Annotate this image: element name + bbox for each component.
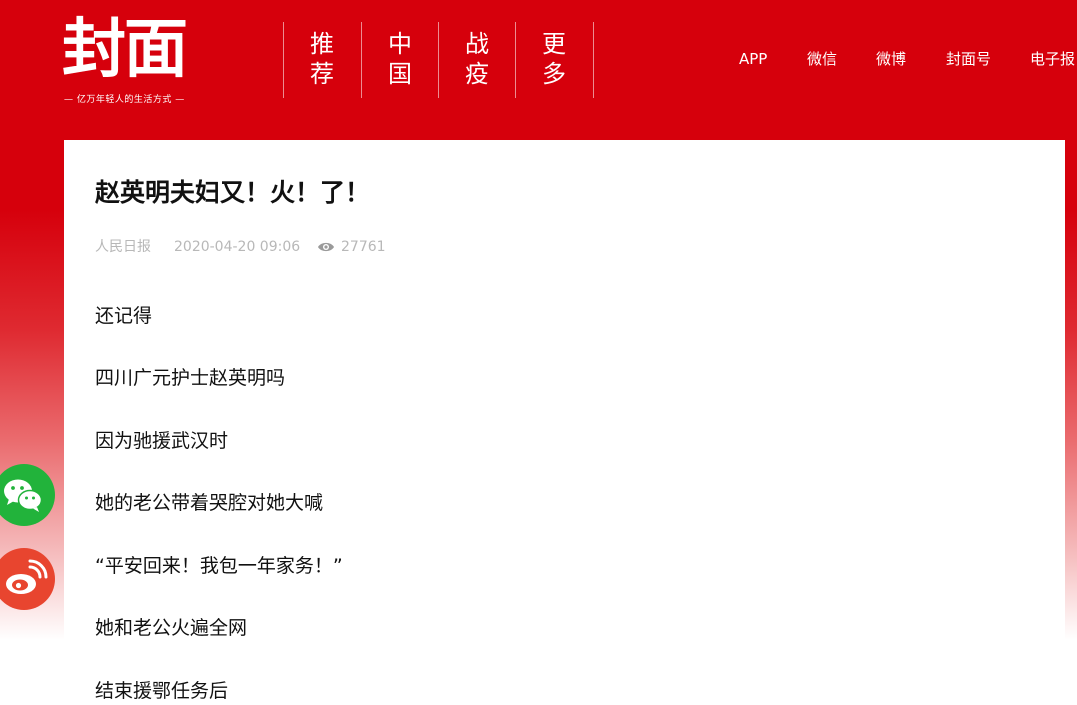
nav-label-line: 荐 bbox=[310, 60, 334, 88]
article-paragraph: 结束援鄂任务后 bbox=[95, 680, 229, 702]
nav-label-line: 多 bbox=[542, 60, 566, 88]
article-paragraph: 她和老公火遍全网 bbox=[95, 617, 248, 639]
nav-item-recommend[interactable]: 推 荐 bbox=[284, 29, 360, 89]
nav-item-china[interactable]: 中 国 bbox=[362, 29, 438, 89]
nav-item-epidemic[interactable]: 战 疫 bbox=[439, 29, 515, 89]
nav-item-more[interactable]: 更 多 bbox=[516, 29, 592, 89]
article-card: 赵英明夫妇又！火！了！ 人民日报 2020-04-20 09:06 27761 … bbox=[64, 140, 1065, 705]
nav-separator bbox=[593, 22, 594, 98]
article-paragraph: 她的老公带着哭腔对她大喊 bbox=[95, 492, 324, 514]
link-fengmian-account[interactable]: 封面号 bbox=[946, 49, 991, 69]
article-paragraph: 因为驰援武汉时 bbox=[95, 430, 229, 452]
nav-label-line: 疫 bbox=[465, 60, 489, 88]
article-datetime: 2020-04-20 09:06 bbox=[174, 239, 301, 255]
article-paragraph: 四川广元护士赵英明吗 bbox=[95, 367, 286, 389]
nav-label-line: 更 bbox=[542, 30, 566, 58]
logo-text: 封面 bbox=[62, 12, 188, 87]
link-wechat[interactable]: 微信 bbox=[807, 49, 837, 69]
logo-slogan: — 亿万年轻人的生活方式 — bbox=[64, 95, 185, 105]
nav-label-line: 中 bbox=[388, 30, 412, 58]
eye-icon bbox=[318, 242, 334, 252]
site-header: 封面 — 亿万年轻人的生活方式 — 推 荐 中 国 战 疫 更 多 APP 微信… bbox=[0, 0, 1077, 140]
link-e-paper[interactable]: 电子报 bbox=[1030, 49, 1075, 69]
wechat-icon bbox=[4, 479, 43, 512]
article-source: 人民日报 bbox=[95, 239, 151, 255]
weibo-icon bbox=[6, 559, 48, 594]
nav-label-line: 战 bbox=[465, 30, 489, 58]
share-weibo-button[interactable] bbox=[0, 548, 55, 610]
nav-label-line: 推 bbox=[310, 30, 334, 58]
link-app[interactable]: APP bbox=[739, 49, 767, 69]
article-paragraph: “平安回来！我包一年家务！” bbox=[95, 555, 343, 577]
nav-label-line: 国 bbox=[388, 60, 412, 88]
article-view-count: 27761 bbox=[341, 239, 386, 255]
article-title: 赵英明夫妇又！火！了！ bbox=[95, 178, 371, 207]
article-paragraph: 还记得 bbox=[95, 305, 153, 327]
share-wechat-button[interactable] bbox=[0, 464, 55, 526]
link-weibo[interactable]: 微博 bbox=[876, 49, 906, 69]
site-logo[interactable]: 封面 — 亿万年轻人的生活方式 — bbox=[62, 12, 212, 107]
